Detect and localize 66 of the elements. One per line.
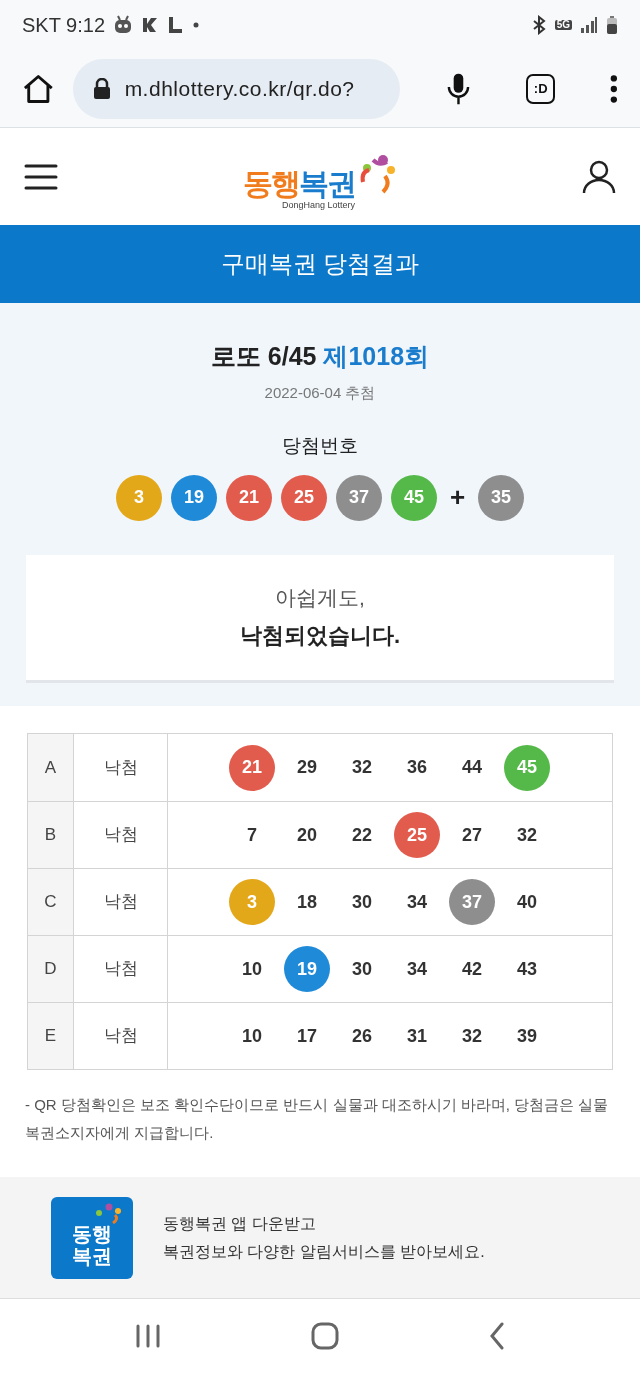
promo-text: 동행복권 앱 다운받고 xyxy=(163,1213,317,1234)
ticket-status: 낙첨 xyxy=(74,802,168,868)
robot-icon xyxy=(113,15,134,35)
ticket-number: 29 xyxy=(296,756,318,779)
address-bar[interactable]: m.dhlottery.co.kr/qr.do? xyxy=(72,58,401,119)
menu-icon[interactable] xyxy=(24,162,58,191)
ticket-label: D xyxy=(28,936,74,1002)
signal-icon xyxy=(580,16,598,34)
recent-apps-icon[interactable] xyxy=(135,1324,161,1348)
ticket-number: 39 xyxy=(516,1024,538,1048)
result-message: 아쉽게도, xyxy=(275,584,365,611)
ticket-status: 낙첨 xyxy=(74,936,168,1002)
page-title: 구매복권 당첨결과 xyxy=(220,249,420,279)
ticket-status: 낙첨 xyxy=(74,1003,168,1069)
ticket-number: 18 xyxy=(296,890,318,914)
ticket-number: 32 xyxy=(516,823,538,847)
ticket-number: 17 xyxy=(296,1024,318,1048)
ticket-number: 40 xyxy=(516,890,538,914)
ticket-number: 42 xyxy=(461,957,483,981)
app-notification-icon xyxy=(141,16,160,34)
ticket-number: 22 xyxy=(351,823,373,847)
ticket-number: 34 xyxy=(406,957,428,981)
winning-numbers-label: 당첨번호 xyxy=(282,434,358,458)
status-time: SKT 9:12 xyxy=(22,13,106,38)
ticket-number: 32 xyxy=(461,1024,483,1048)
app-icon-label: 동행복권 xyxy=(71,1222,113,1267)
ticket-number: 34 xyxy=(406,890,428,914)
ticket-number: 30 xyxy=(351,890,373,914)
ticket-number: 43 xyxy=(516,957,538,981)
plus-sign: + xyxy=(448,481,467,514)
ticket-number: 32 xyxy=(351,756,373,779)
ticket-number: 20 xyxy=(296,823,318,847)
ticket-number: 10 xyxy=(241,1024,263,1048)
app-notification-icon xyxy=(167,16,184,34)
ticket-label: A xyxy=(28,734,74,801)
app-logo-icon xyxy=(95,1202,123,1225)
draw-date: 2022-06-04 추첨 xyxy=(264,382,376,403)
ticket-label: C xyxy=(28,869,74,935)
lock-icon xyxy=(92,77,111,100)
ticket-number: 31 xyxy=(406,1024,428,1048)
ticket-number: 44 xyxy=(461,756,483,779)
logo-wordmark[interactable]: 동행복권 xyxy=(243,168,355,199)
ticket-number: 27 xyxy=(461,823,483,847)
ticket-number: 30 xyxy=(351,957,373,981)
network-label: 5G xyxy=(554,20,572,30)
ticket-label: B xyxy=(28,802,74,868)
ticket-label: E xyxy=(28,1003,74,1069)
ticket-number: 10 xyxy=(241,957,263,981)
tab-switcher-button[interactable]: :D xyxy=(526,73,556,104)
ticket-status: 낙첨 xyxy=(74,734,168,801)
battery-icon xyxy=(606,15,618,35)
user-icon[interactable] xyxy=(582,159,616,194)
result-message: 낙첨되었습니다. xyxy=(239,622,401,651)
draw-title: 로또 6/45 제1018회 xyxy=(210,341,430,372)
promo-text: 복권정보와 다양한 알림서비스를 받아보세요. xyxy=(163,1241,485,1262)
notice-text: - QR 당첨확인은 보조 확인수단이므로 반드시 실물과 대조하시기 바라며, 당첨금은 실물 복권소지자에게 지급합니다. xyxy=(25,1095,610,1143)
ticket-number: 7 xyxy=(246,823,258,847)
back-icon[interactable] xyxy=(489,1322,505,1350)
ticket-number: 26 xyxy=(351,1024,373,1048)
logo-subtitle: DongHang Lottery xyxy=(281,200,355,210)
app-promo-banner[interactable]: 동행복권 동행복권 앱 다운받고 복권정보와 다양한 알림서비스를 받아보세요. xyxy=(0,1177,640,1299)
more-menu-icon[interactable] xyxy=(610,73,618,104)
ticket-status: 낙첨 xyxy=(74,869,168,935)
home-icon[interactable] xyxy=(22,72,55,105)
ticket-number: 36 xyxy=(406,756,428,779)
microphone-icon[interactable] xyxy=(446,71,471,106)
